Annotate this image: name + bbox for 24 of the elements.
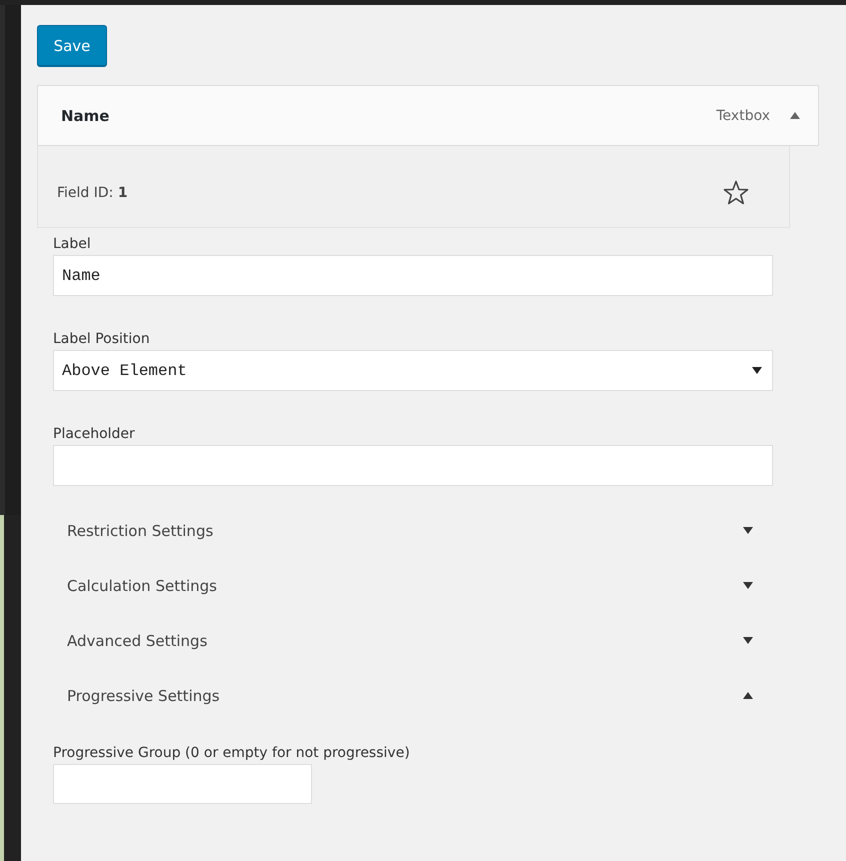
field-label: Label Position xyxy=(53,331,151,347)
save-button[interactable]: Save xyxy=(37,25,107,66)
field-id: Field ID: 1 xyxy=(57,184,129,200)
settings-section[interactable]: Advanced Settings xyxy=(53,613,753,668)
expand-icon[interactable] xyxy=(743,527,753,534)
input-field[interactable]: Name xyxy=(53,255,773,296)
field-label: Placeholder xyxy=(53,426,136,442)
field-label: Label xyxy=(53,236,92,252)
field-title: Name xyxy=(61,106,110,124)
dropdown-icon[interactable] xyxy=(752,367,762,374)
settings-section[interactable]: Progressive Settings xyxy=(53,668,753,723)
collapse-icon[interactable] xyxy=(790,112,800,119)
settings-section[interactable]: Calculation Settings xyxy=(53,558,753,613)
expand-icon[interactable] xyxy=(743,637,753,644)
input-field[interactable] xyxy=(53,764,312,804)
collapse-icon[interactable] xyxy=(743,692,753,699)
expand-icon[interactable] xyxy=(743,582,753,589)
select-field[interactable]: Above Element xyxy=(53,350,773,391)
field-label: Progressive Group (0 or empty for not progressive) xyxy=(53,745,411,761)
star-icon[interactable] xyxy=(723,180,749,205)
settings-section[interactable]: Restriction Settings xyxy=(53,503,753,558)
field-type: Textbox xyxy=(716,108,770,124)
input-field[interactable] xyxy=(53,445,773,486)
field-header[interactable]: Name Textbox xyxy=(37,85,819,146)
